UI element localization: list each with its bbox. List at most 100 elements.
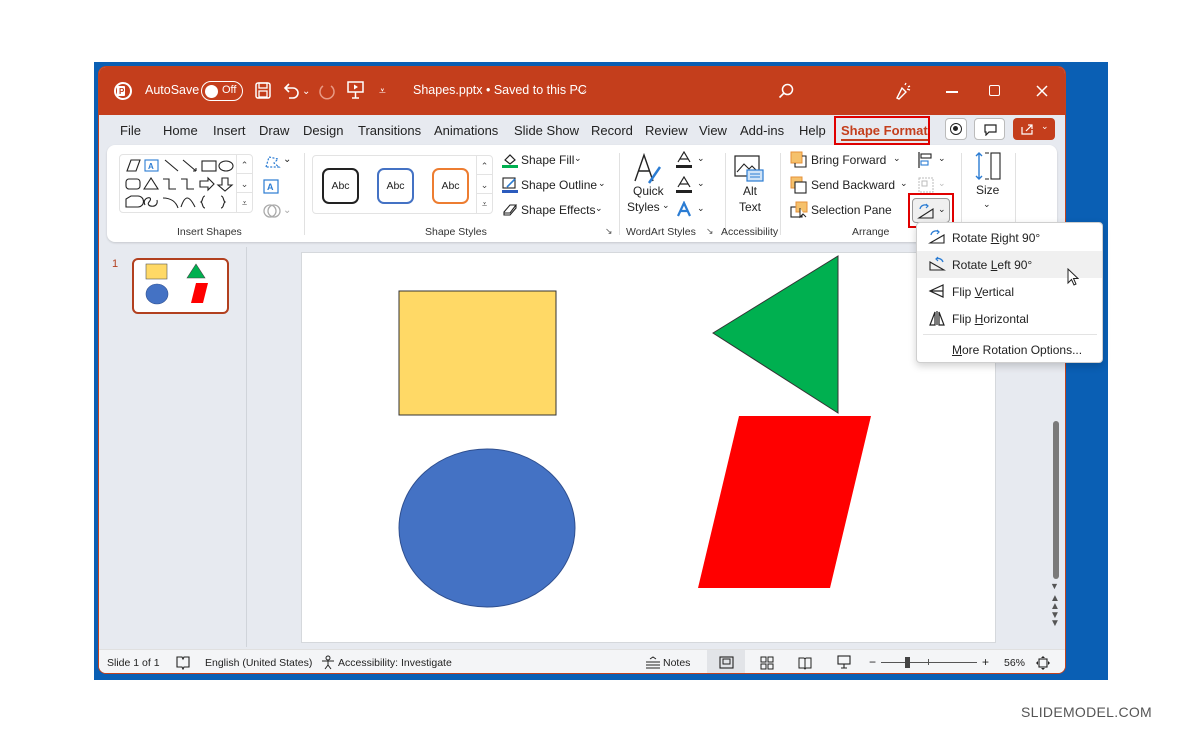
tab-home[interactable]: Home (163, 123, 198, 138)
style-sample-orange[interactable]: Abc (432, 168, 469, 204)
text-outline-icon[interactable] (675, 176, 693, 194)
shape-fill-button[interactable]: Shape Fill (521, 153, 574, 167)
text-effects-dropdown-icon[interactable]: ⌄ (697, 203, 705, 214)
align-icon[interactable] (917, 151, 935, 169)
wordart-launcher-icon[interactable]: ↘ (706, 226, 714, 237)
shape-outline-button[interactable]: Shape Outline (521, 178, 597, 192)
scroll-down-icon[interactable]: ⌄ (237, 174, 252, 193)
green-triangle-shape[interactable] (712, 255, 839, 414)
file-title-chevron-icon[interactable]: ⌵ (577, 82, 586, 98)
bring-forward-button[interactable]: Bring Forward (811, 153, 886, 167)
tab-animations[interactable]: Animations (434, 123, 498, 138)
shape-fill-dropdown-icon[interactable]: ⌄ (574, 153, 582, 164)
shapes-gallery[interactable]: A ⌃ ⌄ ⩡ (119, 154, 253, 213)
send-backward-button[interactable]: Send Backward (811, 178, 895, 192)
customize-qat-icon[interactable]: ⩡ (379, 83, 386, 99)
tab-view[interactable]: View (699, 123, 727, 138)
spelling-check-icon[interactable] (176, 656, 190, 670)
save-icon[interactable] (255, 82, 271, 99)
redo-icon[interactable] (318, 82, 336, 100)
bring-forward-dropdown-icon[interactable]: ⌄ (893, 153, 901, 164)
more-icon[interactable]: ⩡ (237, 193, 252, 212)
language-status[interactable]: English (United States) (205, 657, 312, 669)
undo-icon[interactable] (282, 82, 300, 99)
tab-transitions[interactable]: Transitions (358, 123, 421, 138)
search-icon[interactable] (778, 83, 794, 99)
quick-styles-label[interactable]: Quick (633, 184, 664, 198)
shape-styles-launcher-icon[interactable]: ↘ (605, 226, 613, 237)
edit-shape-dropdown-icon[interactable]: ⌄ (283, 154, 291, 165)
previous-slide-icon[interactable]: ▲ ▲ (1050, 594, 1060, 612)
blue-ellipse-shape[interactable] (398, 448, 576, 608)
tab-add-ins[interactable]: Add-ins (740, 123, 784, 138)
text-outline-dropdown-icon[interactable]: ⌄ (697, 178, 705, 189)
comments-button[interactable] (974, 118, 1005, 140)
next-slide-icon[interactable]: ▼ ▼ (1050, 611, 1060, 629)
minimize-icon[interactable] (946, 91, 958, 93)
size-dropdown-icon[interactable]: ⌄ (983, 199, 991, 210)
scroll-up-icon[interactable]: ⌃ (477, 156, 492, 175)
more-icon[interactable]: ⩡ (477, 194, 492, 213)
yellow-rectangle-shape[interactable] (398, 290, 557, 416)
styles-gallery-scroll[interactable]: ⌃ ⌄ ⩡ (476, 156, 492, 213)
reading-view-icon[interactable] (798, 656, 812, 670)
alt-text-label-2[interactable]: Text (739, 200, 761, 214)
style-sample-blue[interactable]: Abc (377, 168, 414, 204)
shapes-gallery-scroll[interactable]: ⌃ ⌄ ⩡ (236, 155, 252, 212)
share-button[interactable]: ⌄ (1013, 118, 1055, 140)
tab-file[interactable]: File (120, 123, 141, 138)
red-parallelogram-shape[interactable] (698, 416, 871, 588)
draw-text-box-icon[interactable]: A (263, 179, 279, 194)
zoom-slider-thumb[interactable] (905, 657, 910, 668)
designer-icon[interactable] (894, 82, 912, 100)
present-icon[interactable] (347, 81, 364, 100)
edit-shape-icon[interactable] (263, 154, 283, 170)
zoom-in-button[interactable]: + (982, 655, 989, 669)
scroll-up-icon[interactable]: ⌃ (237, 155, 252, 174)
file-title[interactable]: Shapes.pptx • Saved to this PC (413, 83, 587, 97)
text-fill-icon[interactable] (675, 151, 693, 169)
tab-review[interactable]: Review (645, 123, 688, 138)
tab-record[interactable]: Record (591, 123, 633, 138)
style-sample-black[interactable]: Abc (322, 168, 359, 204)
text-fill-dropdown-icon[interactable]: ⌄ (697, 153, 705, 164)
slide-show-view-icon[interactable] (837, 655, 851, 670)
shape-effects-dropdown-icon[interactable]: ⌄ (595, 203, 603, 214)
shape-effects-button[interactable]: Shape Effects (521, 203, 596, 217)
accessibility-status[interactable]: Accessibility: Investigate (338, 657, 452, 669)
scrollbar-thumb[interactable] (1053, 421, 1059, 579)
tab-help[interactable]: Help (799, 123, 826, 138)
normal-view-button[interactable] (707, 650, 745, 673)
menu-item-flip-horizontal[interactable]: Flip Horizontal (917, 305, 1102, 332)
record-button[interactable] (945, 118, 967, 140)
zoom-out-button[interactable]: − (869, 655, 876, 669)
text-effects-icon[interactable] (675, 201, 693, 219)
shape-outline-dropdown-icon[interactable]: ⌄ (598, 178, 606, 189)
size-button[interactable]: Size (976, 183, 999, 197)
fit-to-window-icon[interactable] (1035, 655, 1051, 671)
send-backward-dropdown-icon[interactable]: ⌄ (900, 178, 908, 189)
alt-text-label[interactable]: Alt (743, 184, 757, 198)
slide-canvas[interactable] (301, 252, 996, 643)
maximize-icon[interactable] (989, 85, 1000, 96)
slide-thumbnail-1[interactable] (132, 258, 229, 314)
scroll-down-arrow-icon[interactable]: ▼ (1050, 581, 1059, 591)
tab-insert[interactable]: Insert (213, 123, 246, 138)
align-dropdown-icon[interactable]: ⌄ (938, 153, 946, 164)
undo-dropdown-icon[interactable]: ⌄ (302, 84, 310, 100)
close-icon[interactable] (1036, 85, 1048, 97)
slide-sorter-icon[interactable] (760, 656, 774, 670)
menu-item-rotate-right[interactable]: Rotate Right 90° (917, 224, 1102, 251)
zoom-level[interactable]: 56% (1004, 657, 1025, 669)
zoom-slider-track[interactable] (881, 662, 977, 663)
scroll-down-icon[interactable]: ⌄ (477, 175, 492, 194)
tab-draw[interactable]: Draw (259, 123, 289, 138)
shape-styles-gallery[interactable]: Abc Abc Abc ⌃ ⌄ ⩡ (312, 155, 493, 214)
autosave-toggle[interactable]: Off (201, 81, 243, 101)
vertical-scrollbar[interactable]: ▼ ▲ ▲ ▼ ▼ (1047, 363, 1063, 633)
notes-button[interactable]: Notes (663, 657, 690, 669)
tab-design[interactable]: Design (303, 123, 343, 138)
tab-slide-show[interactable]: Slide Show (514, 123, 579, 138)
menu-item-more-rotation-options[interactable]: More Rotation Options... (917, 336, 1102, 363)
quick-styles-label-2[interactable]: Styles (627, 200, 660, 214)
